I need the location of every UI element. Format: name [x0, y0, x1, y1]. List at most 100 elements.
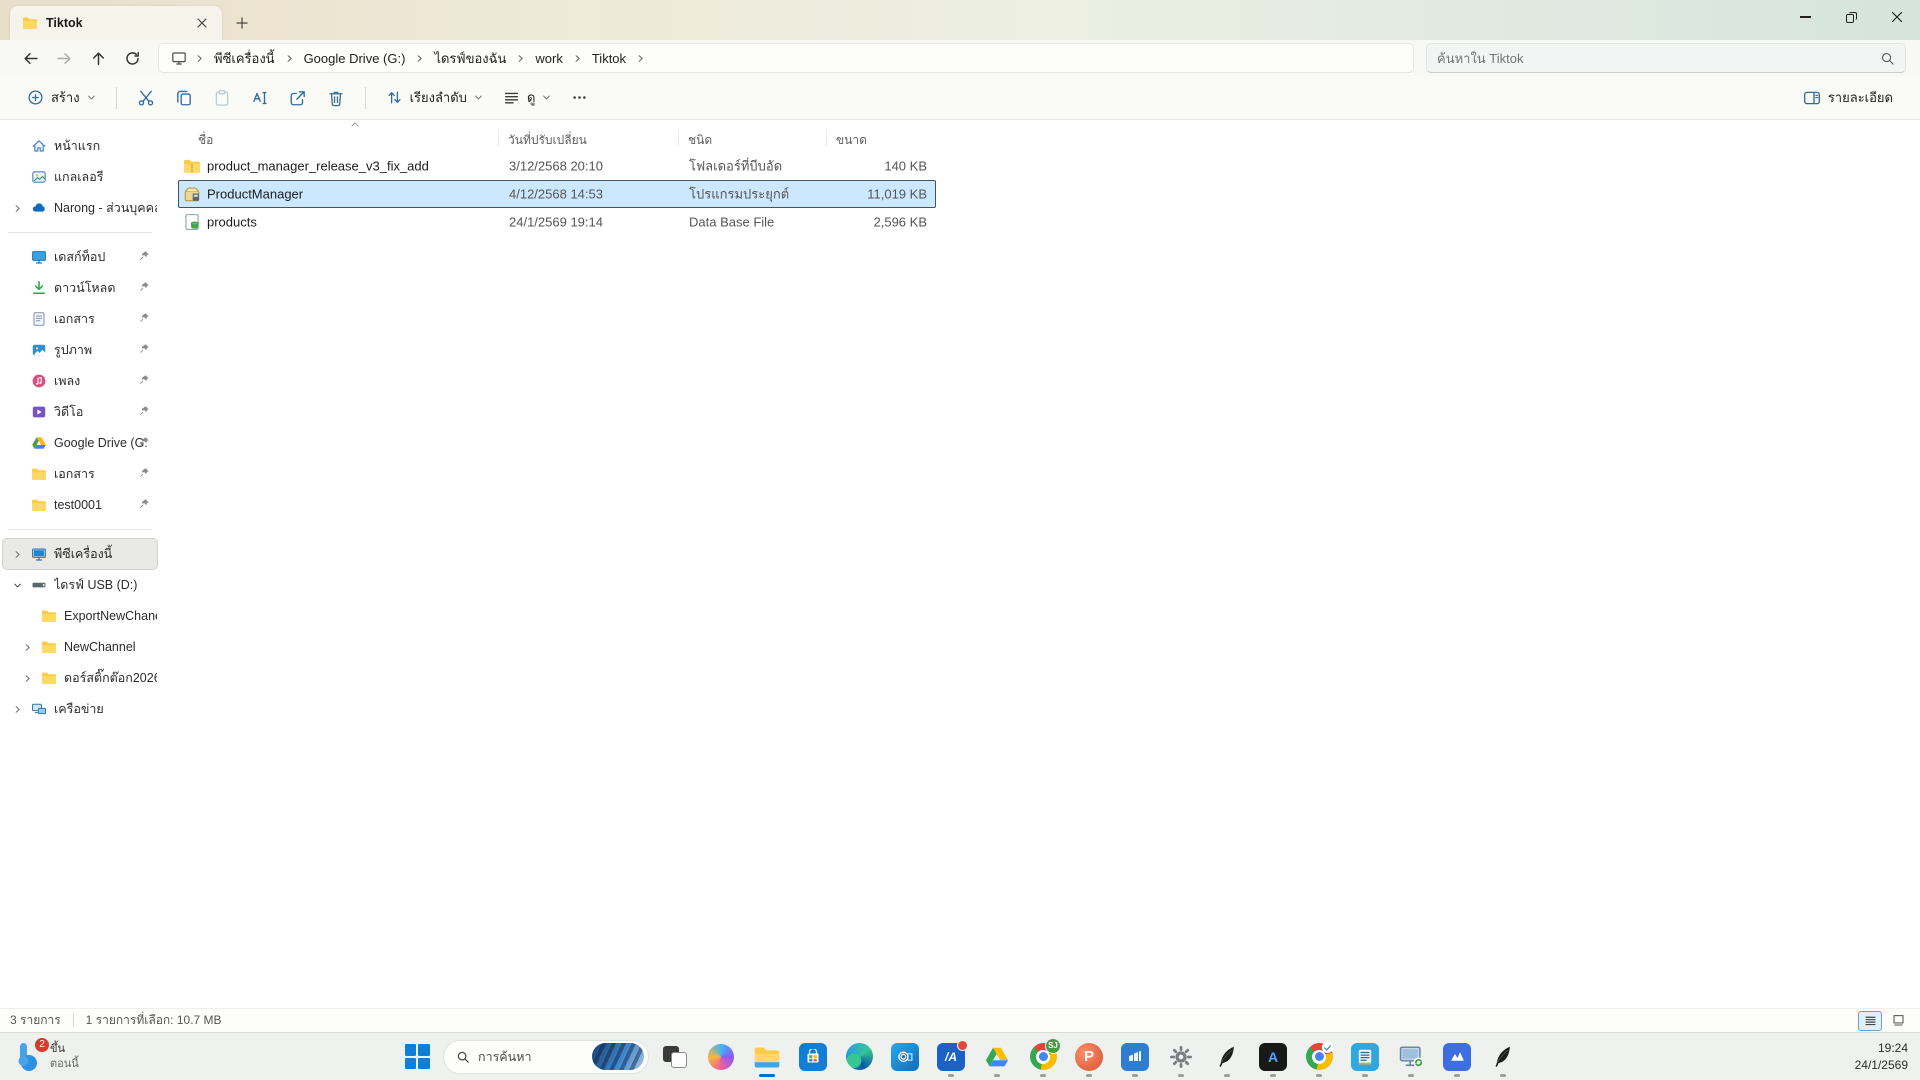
file-row-selected[interactable]: ProductManager 4/12/2568 14:53 โปรแกรมปร…: [178, 180, 936, 208]
toolbar-separator: [365, 87, 366, 109]
quill-icon: [1215, 1045, 1239, 1069]
remote-desktop-button[interactable]: [1391, 1036, 1431, 1078]
chrome-shortcut-button[interactable]: [1299, 1036, 1339, 1078]
chevron-right-icon[interactable]: [21, 643, 34, 652]
powerpoint-button[interactable]: P: [1069, 1036, 1109, 1078]
application-icon: [183, 185, 201, 203]
minimize-button[interactable]: [1782, 0, 1828, 34]
sidebar-item-onedrive[interactable]: Narong - ส่วนบุคคล: [3, 193, 157, 223]
mountain-app-button[interactable]: [1437, 1036, 1477, 1078]
start-button[interactable]: [397, 1036, 437, 1078]
sidebar-item-documents-folder[interactable]: เอกสาร: [3, 459, 157, 489]
breadcrumb-item-current[interactable]: Tiktok: [571, 48, 632, 69]
share-button[interactable]: [280, 82, 316, 114]
cut-button[interactable]: [128, 82, 164, 114]
column-header-name[interactable]: ชื่อ: [198, 131, 213, 150]
breadcrumb-item[interactable]: ไดรฟ์ของฉัน: [413, 45, 512, 72]
search-input[interactable]: [1437, 51, 1880, 66]
sidebar-item-exportnewchanel[interactable]: ExportNewChanel: [3, 601, 157, 631]
delete-button[interactable]: [318, 82, 354, 114]
chrome-button[interactable]: SJ: [1023, 1036, 1063, 1078]
restore-button[interactable]: [1828, 0, 1874, 34]
copilot-button[interactable]: [701, 1036, 741, 1078]
chevron-right-icon[interactable]: [11, 204, 24, 213]
explorer-tab[interactable]: Tiktok: [10, 6, 222, 40]
gallery-icon: [31, 169, 47, 185]
file-row-database[interactable]: products 24/1/2569 19:14 Data Base File …: [178, 208, 936, 236]
sidebar-item-this-pc[interactable]: พีซีเครื่องนี้: [3, 539, 157, 569]
breadcrumb[interactable]: พีซีเครื่องนี้ Google Drive (G:) ไดรฟ์ขอ…: [158, 43, 1414, 73]
sidebar-item-google-drive[interactable]: Google Drive (G:: [3, 428, 157, 458]
breadcrumb-item[interactable]: work: [514, 48, 568, 69]
chevron-right-icon: [193, 54, 206, 63]
view-button[interactable]: ดู: [494, 80, 560, 115]
sidebar-item-usb-drive[interactable]: ไดรฟ์ USB (D:): [3, 570, 157, 600]
new-button[interactable]: สร้าง: [18, 80, 105, 115]
task-view-button[interactable]: [655, 1036, 695, 1078]
chevron-right-icon[interactable]: [21, 674, 34, 683]
sidebar-item-test0001[interactable]: test0001: [3, 490, 157, 520]
new-tab-button[interactable]: [230, 11, 254, 35]
refresh-button[interactable]: [116, 43, 148, 73]
back-button[interactable]: [14, 43, 46, 73]
sidebar-item-tiktok-2026-folder[interactable]: ดอร์สติ๊กต๊อก2026: [3, 663, 157, 693]
file-explorer-button[interactable]: [747, 1036, 787, 1078]
close-button[interactable]: [1874, 0, 1920, 34]
sidebar-item-downloads[interactable]: ดาวน์โหลด: [3, 273, 157, 303]
sidebar-item-newchannel[interactable]: NewChannel: [3, 632, 157, 662]
column-header-type[interactable]: ชนิด: [688, 131, 712, 150]
column-header-date[interactable]: วันที่ปรับเปลี่ยน: [508, 131, 587, 150]
documents-icon: [31, 311, 47, 327]
microsoft-store-button[interactable]: [793, 1036, 833, 1078]
tiles-app-button[interactable]: [1115, 1036, 1155, 1078]
sort-button[interactable]: เรียงลำดับ: [377, 80, 492, 115]
settings-button[interactable]: [1161, 1036, 1201, 1078]
details-view-toggle[interactable]: [1858, 1011, 1882, 1031]
chevron-down-icon[interactable]: [11, 581, 24, 590]
weather-widget[interactable]: 2 ขึ้น ตอนนี้: [8, 1033, 85, 1080]
search-icon[interactable]: [1880, 51, 1895, 66]
more-options-button[interactable]: [562, 82, 597, 113]
notepad-button[interactable]: [1345, 1036, 1385, 1078]
column-header-size[interactable]: ขนาด: [836, 131, 867, 150]
up-button[interactable]: [82, 43, 114, 73]
copy-button[interactable]: [166, 82, 202, 114]
clock[interactable]: 19:24 24/1/2569: [1851, 1033, 1912, 1080]
forward-button[interactable]: [48, 43, 80, 73]
large-icons-view-toggle[interactable]: [1886, 1011, 1910, 1031]
search-box[interactable]: [1426, 43, 1906, 73]
breadcrumb-item[interactable]: Google Drive (G:): [283, 48, 412, 69]
search-highlight-image[interactable]: [592, 1043, 644, 1070]
taskbar-search[interactable]: การค้นหา: [443, 1040, 649, 1074]
zip-folder-icon: [183, 157, 201, 175]
search-icon: [456, 1050, 470, 1064]
ia-app-button[interactable]: /A: [931, 1036, 971, 1078]
sidebar-item-home[interactable]: หน้าแรก: [3, 131, 157, 161]
google-drive-icon: [984, 1044, 1010, 1070]
tab-close-icon[interactable]: [190, 11, 214, 35]
file-row-zip[interactable]: product_manager_release_v3_fix_add 3/12/…: [178, 152, 936, 180]
sidebar-item-desktop[interactable]: เดสก์ท็อป: [3, 242, 157, 272]
breadcrumb-item[interactable]: พีซีเครื่องนี้: [193, 45, 281, 72]
sort-icon: [386, 89, 403, 106]
google-drive-button[interactable]: [977, 1036, 1017, 1078]
sidebar-item-music[interactable]: เพลง: [3, 366, 157, 396]
quill-app-2-button[interactable]: [1483, 1036, 1523, 1078]
quill-app-button[interactable]: [1207, 1036, 1247, 1078]
sidebar-item-videos[interactable]: วิดีโอ: [3, 397, 157, 427]
sidebar-item-network[interactable]: เครือข่าย: [3, 694, 157, 724]
edge-button[interactable]: [839, 1036, 879, 1078]
sidebar-item-pictures[interactable]: รูปภาพ: [3, 335, 157, 365]
sidebar-item-documents[interactable]: เอกสาร: [3, 304, 157, 334]
paste-icon: [213, 89, 231, 107]
details-pane-button[interactable]: รายละเอียด: [1794, 80, 1902, 115]
paste-button[interactable]: [204, 82, 240, 114]
dark-a-app-button[interactable]: A: [1253, 1036, 1293, 1078]
outlook-button[interactable]: [885, 1036, 925, 1078]
sidebar-item-gallery[interactable]: แกลเลอรี: [3, 162, 157, 192]
rename-button[interactable]: [242, 82, 278, 114]
outlook-icon: [891, 1043, 919, 1071]
chevron-right-icon[interactable]: [11, 705, 24, 714]
powerpoint-icon: P: [1075, 1043, 1103, 1071]
chevron-right-icon[interactable]: [11, 550, 24, 559]
